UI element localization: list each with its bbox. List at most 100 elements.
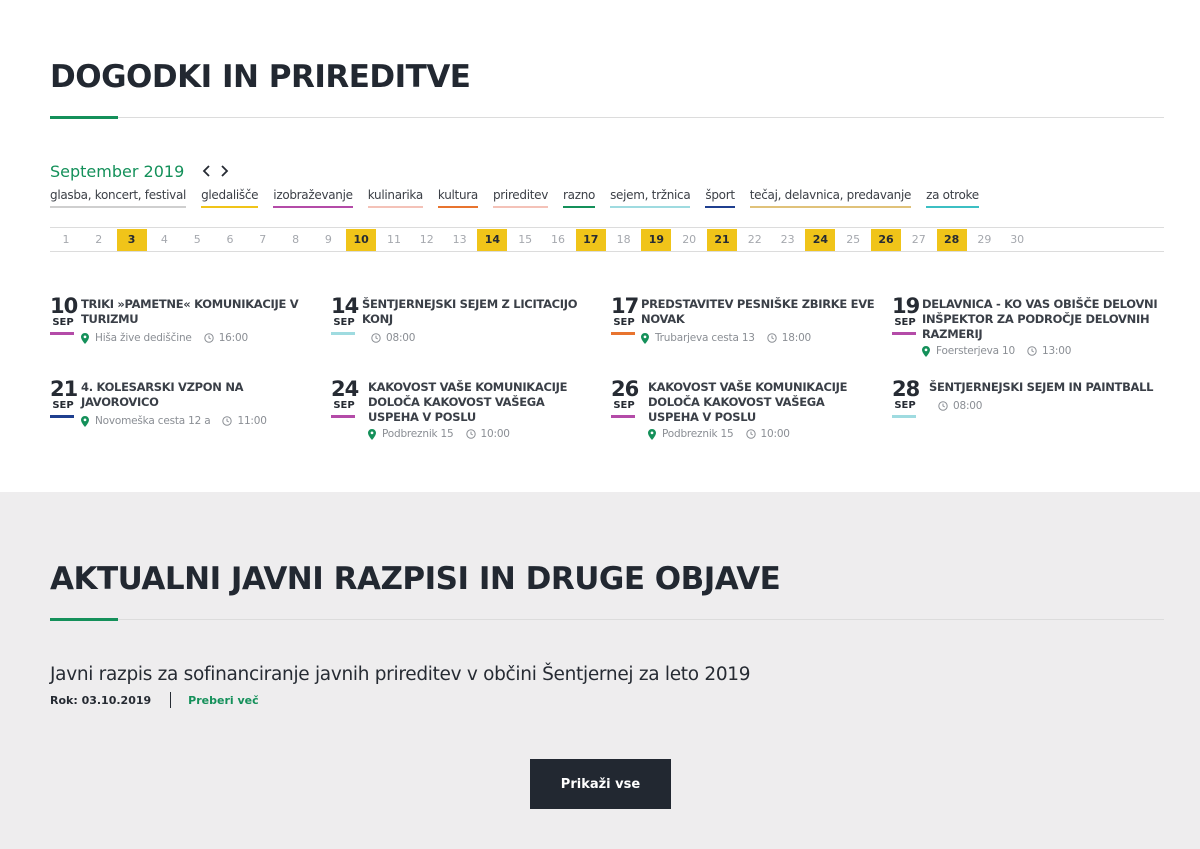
event-time: 08:00	[386, 332, 416, 344]
event-time: 10:00	[480, 428, 510, 440]
category-filter[interactable]: razno	[563, 188, 595, 208]
event-day: 10	[50, 294, 78, 318]
category-color-bar	[892, 415, 916, 418]
event-item[interactable]: 26 SEP KAKOVOST VAŠE KOMUNIKACIJE DOLOČA K…	[611, 377, 873, 442]
calendar-day[interactable]: 5	[182, 229, 212, 251]
event-title[interactable]: KAKOVOST VAŠE KOMUNIKACIJE DOLOČA KAKOVO…	[648, 380, 873, 425]
event-title[interactable]: TRIKI »PAMETNE« KOMUNIKACIJE V TURIZMU	[81, 297, 321, 327]
calendar-day[interactable]: 7	[248, 229, 278, 251]
calendar-day[interactable]: 19	[641, 229, 672, 251]
category-filter[interactable]: izobraževanje	[273, 188, 353, 208]
calendar-day[interactable]: 15	[510, 229, 540, 251]
event-month: SEP	[894, 400, 916, 411]
calendar-day[interactable]: 18	[609, 229, 639, 251]
event-title[interactable]: PREDSTAVITEV PESNIŠKE ZBIRKE EVE NOVAK	[641, 297, 886, 327]
category-filter[interactable]: za otroke	[926, 188, 979, 208]
category-filter[interactable]: glasba, koncert, festival	[50, 188, 186, 208]
calendar-day[interactable]: 9	[313, 229, 343, 251]
calendar-day[interactable]: 22	[740, 229, 770, 251]
event-meta: 08:00	[938, 400, 982, 412]
event-day: 26	[611, 377, 639, 401]
event-date: 26 SEP	[611, 377, 639, 418]
chevron-left-icon[interactable]	[198, 161, 214, 181]
event-location: Trubarjeva cesta 13	[655, 332, 755, 344]
clock-icon	[1027, 346, 1037, 356]
read-more-link[interactable]: Preberi več	[188, 694, 258, 707]
event-location: Foersterjeva 10	[936, 345, 1015, 357]
clock-icon	[371, 333, 381, 343]
category-filter[interactable]: kultura	[437, 188, 478, 208]
notice-title-link[interactable]: Javni razpis za sofinanciranje javnih pr…	[50, 664, 751, 685]
event-day: 24	[331, 377, 359, 401]
calendar-day[interactable]: 10	[346, 229, 377, 251]
map-pin-icon	[81, 332, 89, 344]
calendar-day[interactable]: 27	[904, 229, 934, 251]
event-title[interactable]: DELAVNICA - KO VAS OBIŠČE DELOVNI INŠPEK…	[922, 297, 1162, 342]
calendar-day[interactable]: 12	[412, 229, 442, 251]
event-item[interactable]: 21 SEP 4. KOLESARSKI VZPON NA JAVOROVICO No…	[50, 377, 281, 429]
event-item[interactable]: 10 SEP TRIKI »PAMETNE« KOMUNIKACIJE V TURI…	[50, 294, 321, 346]
calendar-day[interactable]: 3	[116, 229, 147, 251]
event-item[interactable]: 19 SEP DELAVNICA - KO VAS OBIŠČE DELOVNI I…	[892, 296, 1162, 359]
event-title[interactable]: ŠENTJERNEJSKI SEJEM Z LICITACIJO KONJ	[362, 297, 602, 327]
event-item[interactable]: 28 SEP ŠENTJERNEJSKI SEJEM IN PAINTBALL 08:…	[892, 379, 1169, 418]
calendar-day[interactable]: 4	[149, 229, 179, 251]
calendar-day[interactable]: 2	[84, 229, 114, 251]
month-label: September 2019	[50, 161, 185, 181]
category-color-bar	[611, 415, 635, 418]
calendar-day[interactable]: 25	[838, 229, 868, 251]
show-all-button[interactable]: Prikaži vse	[530, 759, 671, 809]
event-item[interactable]: 17 SEP PREDSTAVITEV PESNIŠKE ZBIRKE EVE NO…	[611, 296, 886, 346]
event-month: SEP	[613, 400, 635, 411]
calendar-day[interactable]: 1	[51, 229, 81, 251]
calendar-day[interactable]: 23	[773, 229, 803, 251]
category-filter[interactable]: kulinarika	[367, 188, 423, 208]
category-color-bar	[611, 332, 635, 335]
event-time: 16:00	[218, 332, 248, 344]
event-location: Podbreznik 15	[382, 428, 454, 440]
map-pin-icon	[81, 415, 89, 427]
event-meta: Hiša žive dediščine 16:00	[81, 332, 248, 344]
calendar-day[interactable]: 16	[543, 229, 573, 251]
category-filter[interactable]: prireditev	[492, 188, 548, 208]
calendar-day[interactable]: 14	[477, 229, 508, 251]
event-item[interactable]: 24 SEP KAKOVOST VAŠE KOMUNIKACIJE DOLOČA K…	[331, 377, 593, 442]
event-title[interactable]: KAKOVOST VAŠE KOMUNIKACIJE DOLOČA KAKOVO…	[368, 380, 593, 425]
heading-divider	[50, 117, 1164, 118]
calendar-day[interactable]: 6	[215, 229, 245, 251]
calendar-day[interactable]: 30	[1002, 229, 1032, 251]
event-day: 21	[50, 377, 78, 401]
calendar-day[interactable]: 11	[379, 229, 409, 251]
map-pin-icon	[368, 428, 376, 440]
event-title[interactable]: ŠENTJERNEJSKI SEJEM IN PAINTBALL	[929, 380, 1169, 395]
event-location: Podbreznik 15	[662, 428, 734, 440]
chevron-right-icon[interactable]	[216, 161, 232, 181]
event-meta: Foersterjeva 10 13:00	[922, 345, 1071, 357]
calendar-day[interactable]: 20	[674, 229, 704, 251]
event-meta: Novomeška cesta 12 a 11:00	[81, 415, 267, 427]
event-title[interactable]: 4. KOLESARSKI VZPON NA JAVOROVICO	[81, 380, 281, 410]
calendar-day[interactable]: 26	[871, 229, 901, 251]
category-color-bar	[331, 332, 355, 335]
event-month: SEP	[333, 400, 355, 411]
calendar-day[interactable]: 13	[445, 229, 475, 251]
event-meta: Podbreznik 15 10:00	[368, 428, 510, 440]
calendar-day[interactable]: 17	[575, 229, 606, 251]
event-month: SEP	[52, 317, 74, 328]
event-time: 11:00	[237, 415, 267, 427]
calendar-day[interactable]: 28	[936, 229, 967, 251]
clock-icon	[203, 333, 214, 343]
category-filter[interactable]: sejem, tržnica	[610, 188, 691, 208]
calendar-day[interactable]: 8	[281, 229, 311, 251]
clock-icon	[745, 429, 756, 439]
event-meta: Podbreznik 15 10:00	[648, 428, 790, 440]
category-filter[interactable]: šport	[705, 188, 735, 208]
category-filter[interactable]: gledališče	[201, 188, 259, 208]
calendar-day[interactable]: 21	[707, 229, 737, 251]
event-location: Novomeška cesta 12 a	[95, 415, 211, 427]
event-item[interactable]: 14 SEP ŠENTJERNEJSKI SEJEM Z LICITACIJO KO…	[331, 296, 602, 346]
category-filter[interactable]: tečaj, delavnica, predavanje	[749, 188, 911, 208]
calendar-day[interactable]: 24	[805, 229, 836, 251]
calendar-day[interactable]: 29	[969, 229, 999, 251]
event-date: 10 SEP	[50, 294, 78, 335]
